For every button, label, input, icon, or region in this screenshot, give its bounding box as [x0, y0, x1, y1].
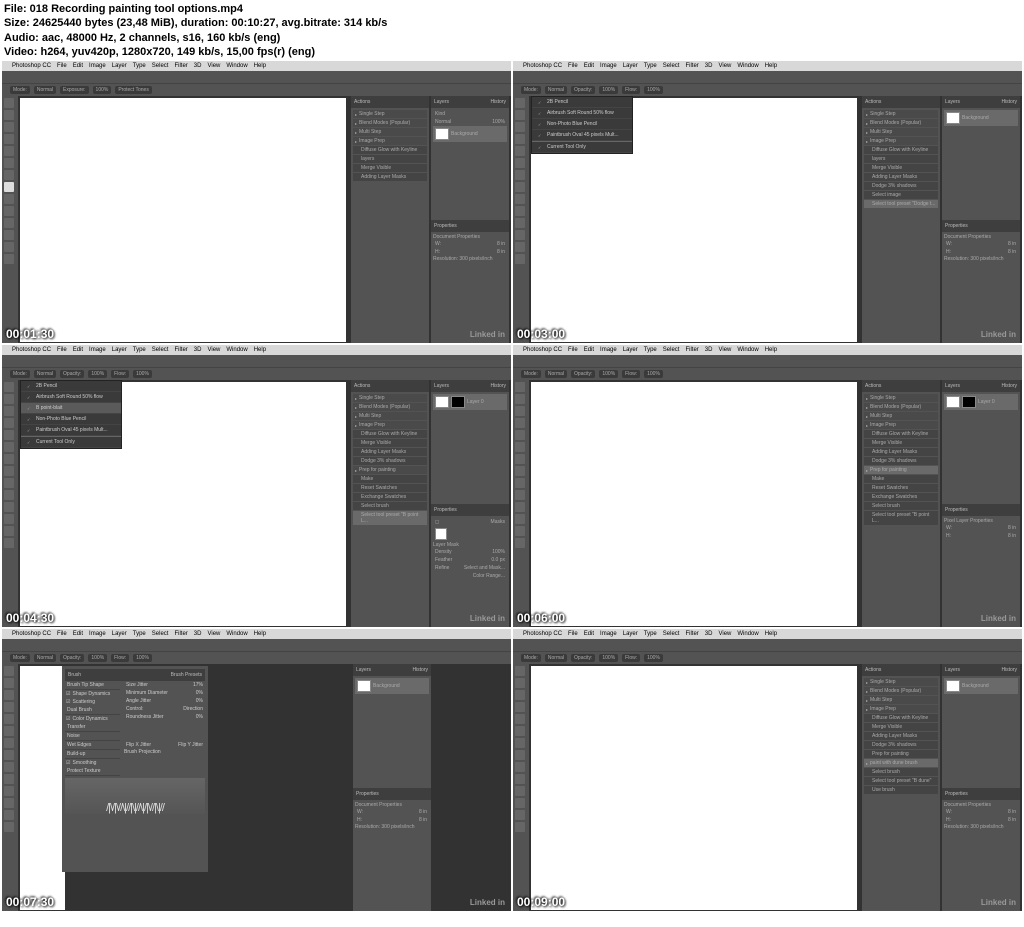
layers-panel[interactable]: LayersHistory Layer 0 Properties ◻Masks …	[431, 380, 509, 627]
toolbar[interactable]	[2, 664, 18, 911]
file-info: File: 018 Recording painting tool option…	[0, 0, 1024, 61]
linkedin-watermark: Linked in	[470, 330, 505, 339]
actions-panel[interactable]: Actions Single Step Blend Modes (Popular…	[862, 96, 940, 343]
preset-dropdown[interactable]: 2B Pencil Airbrush Soft Round 50% flow N…	[531, 96, 633, 154]
layers-panel[interactable]: LayersHistory Background Properties Docu…	[353, 664, 431, 911]
brush-settings-panel[interactable]: BrushBrush Presets Brush Tip Shape Shape…	[62, 666, 208, 872]
frame-4: Photoshop CCFileEditImageLayerTypeSelect…	[513, 345, 1022, 627]
preset-dropdown[interactable]: 2B Pencil Airbrush Soft Round 50% flow B…	[20, 380, 122, 449]
layers-panel[interactable]: LayersHistory Background Properties Docu…	[942, 664, 1020, 911]
frame-2: Photoshop CCFileEditImageLayerTypeSelect…	[513, 61, 1022, 343]
options-bar[interactable]: Mode:NormalExposure:100%Protect Tones	[2, 83, 511, 96]
toolbar[interactable]	[2, 380, 18, 627]
layers-panel[interactable]: LayersHistory Layer 0 Properties Pixel L…	[942, 380, 1020, 627]
canvas[interactable]	[531, 382, 857, 626]
toolbar[interactable]	[2, 96, 18, 343]
frame-1: Photoshop CCFileEditImageLayerTypeSelect…	[2, 61, 511, 343]
layers-panel[interactable]: LayersHistory Background Properties Docu…	[942, 96, 1020, 343]
toolbar[interactable]	[513, 664, 529, 911]
frame-6: Photoshop CCFileEditImageLayerTypeSelect…	[513, 629, 1022, 911]
actions-panel[interactable]: Actions Single Step Blend Modes (Popular…	[862, 664, 940, 911]
actions-panel[interactable]: Actions Single Step Blend Modes (Popular…	[862, 380, 940, 627]
toolbar[interactable]	[513, 96, 529, 343]
mac-menubar: Photoshop CCFileEditImageLayerTypeSelect…	[2, 61, 511, 71]
frame-3: Photoshop CCFileEditImageLayerTypeSelect…	[2, 345, 511, 627]
app-menubar[interactable]	[2, 71, 511, 83]
canvas[interactable]	[531, 666, 857, 910]
canvas[interactable]	[20, 98, 346, 342]
toolbar[interactable]	[513, 380, 529, 627]
thumbnail-grid: Photoshop CCFileEditImageLayerTypeSelect…	[0, 61, 1024, 911]
canvas[interactable]	[20, 666, 65, 910]
layers-panel[interactable]: LayersHistory Kind Normal100% Background…	[431, 96, 509, 343]
actions-panel[interactable]: Actions Single Step Blend Modes (Popular…	[351, 96, 429, 343]
actions-panel[interactable]: Actions Single Step Blend Modes (Popular…	[351, 380, 429, 627]
frame-5: Photoshop CCFileEditImageLayerTypeSelect…	[2, 629, 511, 911]
timestamp: 00:01:30	[6, 327, 54, 341]
brush-preview	[65, 778, 205, 814]
